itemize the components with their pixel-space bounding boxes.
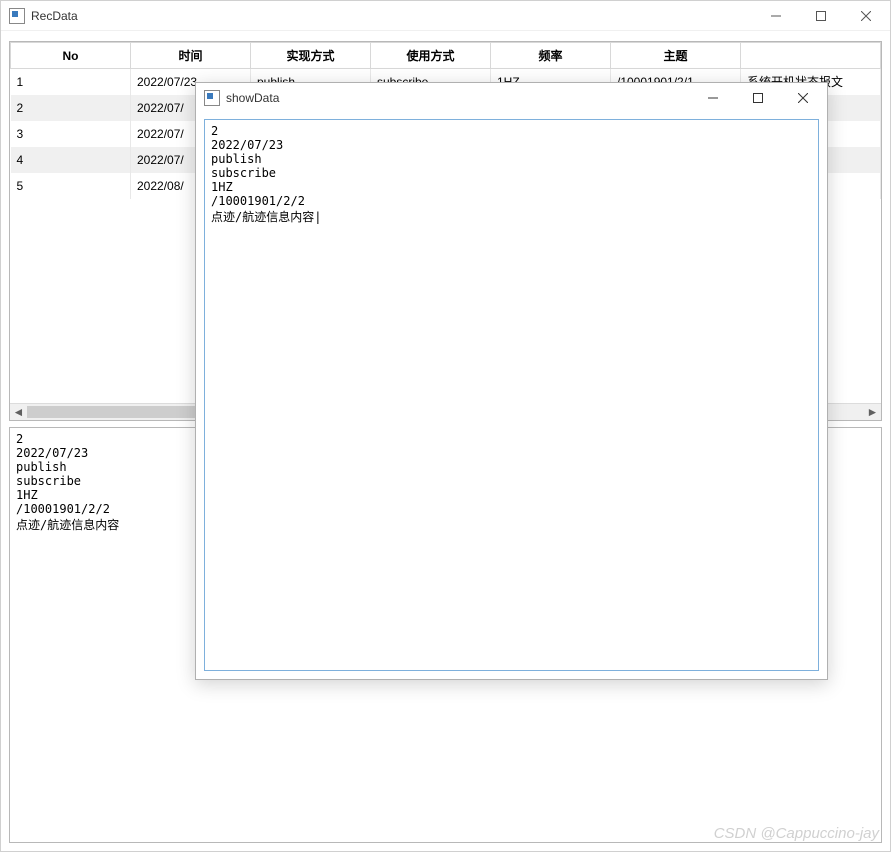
show-data-textbox[interactable]: 2 2022/07/23 publish subscribe 1HZ /1000… [204, 119, 819, 671]
col-no[interactable]: No [11, 43, 131, 69]
close-button[interactable] [780, 84, 825, 113]
app-icon [204, 90, 220, 106]
maximize-button[interactable] [735, 84, 780, 113]
main-titlebar[interactable]: RecData [1, 1, 890, 31]
child-content: 2 2022/07/23 publish subscribe 1HZ /1000… [204, 119, 819, 671]
col-time[interactable]: 时间 [131, 43, 251, 69]
col-use[interactable]: 使用方式 [371, 43, 491, 69]
table-cell[interactable]: 5 [11, 173, 131, 199]
minimize-button[interactable] [753, 1, 798, 30]
table-cell[interactable]: 2 [11, 95, 131, 121]
close-button[interactable] [843, 1, 888, 30]
col-impl[interactable]: 实现方式 [251, 43, 371, 69]
child-window-controls [690, 84, 825, 113]
show-data-window[interactable]: showData 2 2022/07/23 publish subscribe … [195, 82, 828, 680]
child-window-title: showData [226, 91, 279, 105]
main-window-title: RecData [31, 9, 78, 23]
maximize-button[interactable] [798, 1, 843, 30]
scroll-right-arrow[interactable]: ► [864, 404, 881, 421]
table-cell[interactable]: 1 [11, 69, 131, 95]
scroll-left-arrow[interactable]: ◄ [10, 404, 27, 421]
table-cell[interactable]: 3 [11, 121, 131, 147]
app-icon [9, 8, 25, 24]
main-window-controls [753, 1, 888, 30]
table-cell[interactable]: 4 [11, 147, 131, 173]
child-titlebar[interactable]: showData [196, 83, 827, 113]
minimize-button[interactable] [690, 84, 735, 113]
col-desc[interactable] [741, 43, 881, 69]
table-header-row: No 时间 实现方式 使用方式 频率 主题 [11, 43, 881, 69]
col-freq[interactable]: 频率 [491, 43, 611, 69]
col-topic[interactable]: 主题 [611, 43, 741, 69]
